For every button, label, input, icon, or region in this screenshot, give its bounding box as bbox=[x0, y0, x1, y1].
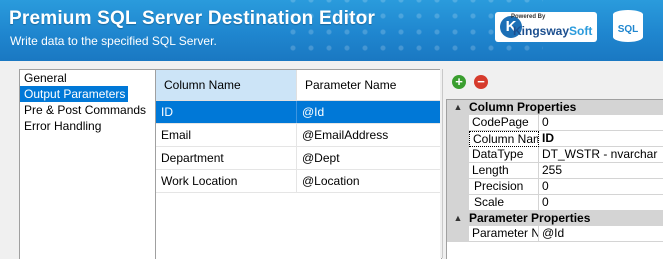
property-row[interactable]: Parameter Name@Id bbox=[447, 226, 663, 242]
row-gutter bbox=[447, 195, 469, 211]
database-icon: SQL bbox=[613, 10, 643, 46]
row-gutter bbox=[447, 179, 469, 195]
page-navigation: General Output Parameters Pre & Post Com… bbox=[19, 69, 156, 259]
property-row[interactable]: Column NameID bbox=[447, 131, 663, 147]
header-banner: Premium SQL Server Destination Editor Wr… bbox=[0, 0, 663, 61]
database-icon-label: SQL bbox=[617, 24, 639, 35]
property-row[interactable]: Length 255 bbox=[447, 163, 663, 179]
property-key: Column Name bbox=[469, 131, 539, 147]
property-panel: + − ▲ Column Properties CodePage 0 Column… bbox=[446, 69, 663, 259]
row-gutter bbox=[447, 163, 469, 179]
property-grid: ▲ Column Properties CodePage0 Column Nam… bbox=[446, 99, 663, 259]
property-value[interactable]: 255 bbox=[539, 163, 663, 179]
kingswaysoft-logo: K Powered By KingswaySoft bbox=[495, 12, 597, 42]
logo-brand: KingswaySoft bbox=[513, 24, 592, 38]
column-name-cell[interactable]: Work Location bbox=[156, 170, 297, 192]
parameter-name-cell[interactable]: @Dept bbox=[297, 147, 441, 169]
table-row[interactable]: Department @Dept bbox=[156, 147, 441, 170]
table-row[interactable]: ID @Id bbox=[156, 101, 441, 124]
column-name-cell[interactable]: Department bbox=[156, 147, 297, 169]
property-key: Precision bbox=[469, 179, 539, 195]
nav-item-pre-post-commands[interactable]: Pre & Post Commands bbox=[20, 102, 155, 118]
parameter-name-header[interactable]: Parameter Name bbox=[297, 70, 441, 100]
parameter-name-cell[interactable]: @Id bbox=[297, 101, 441, 123]
property-key: Scale bbox=[469, 195, 539, 211]
property-key: Parameter Name bbox=[469, 226, 539, 242]
property-row[interactable]: CodePage 0 bbox=[447, 115, 663, 131]
collapse-icon[interactable]: ▲ bbox=[447, 211, 469, 226]
property-key: Length bbox=[469, 163, 539, 179]
remove-icon[interactable]: − bbox=[474, 75, 488, 89]
property-value[interactable]: DT_WSTR - nvarchar bbox=[539, 147, 663, 163]
parameter-name-cell[interactable]: @Location bbox=[297, 170, 441, 192]
column-name-cell[interactable]: ID bbox=[156, 101, 297, 123]
nav-item-output-parameters[interactable]: Output Parameters bbox=[20, 86, 129, 102]
nav-item-error-handling[interactable]: Error Handling bbox=[20, 118, 155, 134]
nav-item-general[interactable]: General bbox=[20, 70, 155, 86]
add-icon[interactable]: + bbox=[452, 75, 466, 89]
property-value[interactable]: ID bbox=[539, 131, 663, 147]
property-value[interactable]: 0 bbox=[539, 179, 663, 195]
category-label: Column Properties bbox=[469, 100, 577, 114]
property-value[interactable]: 0 bbox=[539, 195, 663, 211]
property-row[interactable]: Scale 0 bbox=[447, 195, 663, 211]
category-label: Parameter Properties bbox=[469, 211, 591, 225]
property-row[interactable]: DataType DT_WSTR - nvarchar bbox=[447, 147, 663, 163]
parameter-mapping-grid: Column Name Parameter Name ID @Id Email … bbox=[155, 69, 442, 259]
property-row[interactable]: Precision 0 bbox=[447, 179, 663, 195]
logo-brand-b: Soft bbox=[569, 24, 593, 38]
grid-header: Column Name Parameter Name bbox=[156, 70, 441, 101]
property-value[interactable]: 0 bbox=[539, 115, 663, 131]
table-row[interactable]: Email @EmailAddress bbox=[156, 124, 441, 147]
row-gutter bbox=[447, 226, 469, 242]
category-parameter-properties[interactable]: ▲ Parameter Properties bbox=[447, 211, 663, 226]
column-name-header[interactable]: Column Name bbox=[156, 70, 297, 100]
logo-brand-a: Kingsway bbox=[513, 24, 570, 38]
property-toolbar: + − bbox=[446, 69, 663, 96]
row-gutter bbox=[447, 131, 469, 147]
column-name-cell[interactable]: Email bbox=[156, 124, 297, 146]
editor-title: Premium SQL Server Destination Editor bbox=[9, 8, 376, 29]
property-key: DataType bbox=[469, 147, 539, 163]
row-gutter bbox=[447, 147, 469, 163]
property-value[interactable]: @Id bbox=[539, 226, 663, 242]
table-row[interactable]: Work Location @Location bbox=[156, 170, 441, 193]
row-gutter bbox=[447, 115, 469, 131]
database-icon-top bbox=[613, 10, 643, 19]
collapse-icon[interactable]: ▲ bbox=[447, 100, 469, 115]
category-column-properties[interactable]: ▲ Column Properties bbox=[447, 100, 663, 115]
logo-powered-by: Powered By bbox=[511, 14, 546, 20]
editor-subtitle: Write data to the specified SQL Server. bbox=[10, 34, 217, 48]
property-key: CodePage bbox=[469, 115, 539, 131]
parameter-name-cell[interactable]: @EmailAddress bbox=[297, 124, 441, 146]
